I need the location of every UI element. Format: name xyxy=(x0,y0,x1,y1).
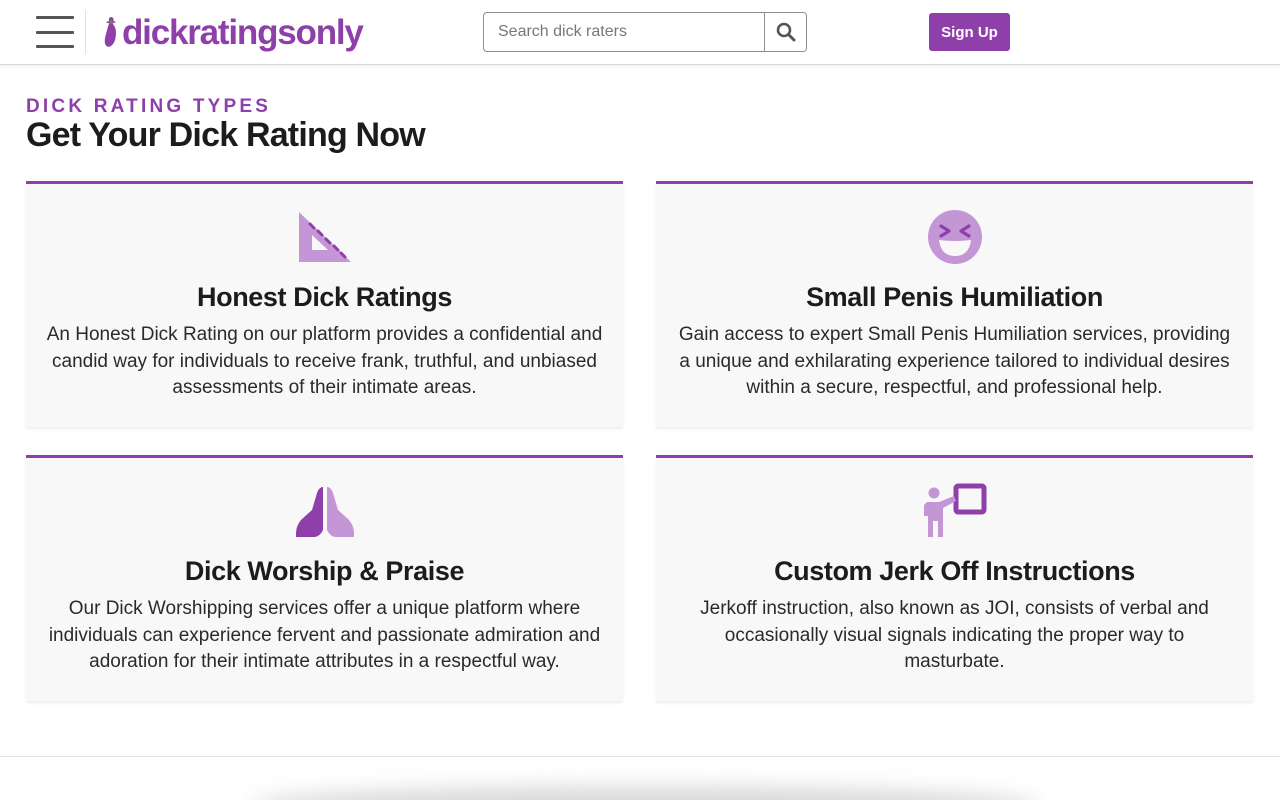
card-title: Small Penis Humiliation xyxy=(806,282,1103,312)
nav-divider xyxy=(85,10,86,54)
sign-up-button[interactable]: Sign Up xyxy=(929,13,1010,51)
card-description: Jerkoff instruction, also known as JOI, … xyxy=(700,598,1209,672)
card-title: Custom Jerk Off Instructions xyxy=(774,556,1135,586)
card-honest-dick-ratings[interactable]: Honest Dick Ratings An Honest Dick Ratin… xyxy=(26,181,623,427)
site-logo[interactable]: dickratingsonly xyxy=(102,10,364,54)
card-description: Our Dick Worshipping services offer a un… xyxy=(48,598,601,672)
card-dick-worship-praise[interactable]: Dick Worship & Praise Our Dick Worshippi… xyxy=(26,455,623,701)
search-box xyxy=(483,12,807,52)
section-eyebrow: DICK RATING TYPES xyxy=(26,96,272,117)
section-title: Get Your Dick Rating Now xyxy=(26,116,426,154)
card-custom-jerk-off-instructions[interactable]: Custom Jerk Off Instructions Jerkoff ins… xyxy=(656,455,1253,701)
card-title: Honest Dick Ratings xyxy=(197,282,452,312)
search-input[interactable] xyxy=(484,13,764,51)
search-button[interactable] xyxy=(764,13,806,51)
card-title: Dick Worship & Praise xyxy=(184,556,465,586)
instructor-board-icon xyxy=(923,483,986,537)
card-description: Gain access to expert Small Penis Humili… xyxy=(678,324,1231,398)
logo-text: dickratingsonly xyxy=(122,12,364,52)
hamburger-menu-icon[interactable] xyxy=(36,16,74,48)
praying-hands-icon xyxy=(295,487,354,537)
laughing-face-icon xyxy=(927,210,982,264)
next-section-shadow xyxy=(250,786,1040,800)
section-divider xyxy=(0,756,1280,757)
card-description: An Honest Dick Rating on our platform pr… xyxy=(46,324,603,398)
ruler-triangle-icon xyxy=(298,212,351,262)
top-navbar: dickratingsonly Sign Up xyxy=(0,0,1280,65)
search-icon xyxy=(776,22,795,42)
eggplant-icon xyxy=(104,17,117,47)
card-small-penis-humiliation[interactable]: Small Penis Humiliation Gain access to e… xyxy=(656,181,1253,427)
